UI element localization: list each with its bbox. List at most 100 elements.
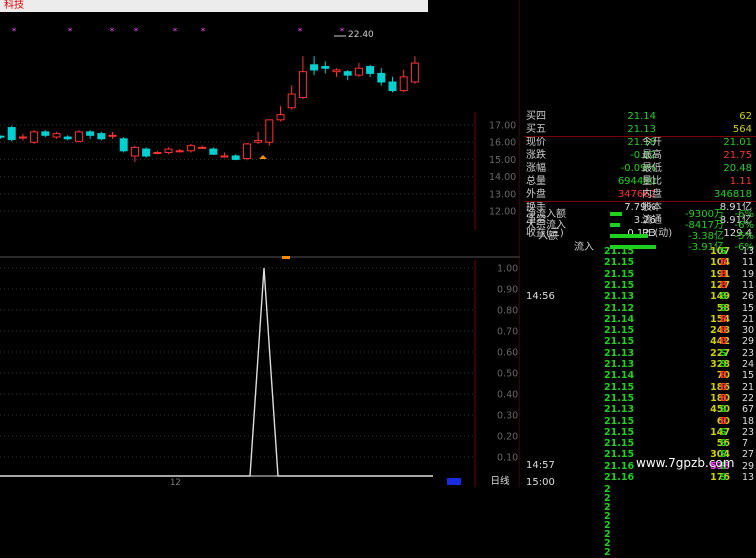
tick-direction: B [720,325,728,337]
candle-body [18,136,27,139]
tick-row: 21.15 127 B 11 [524,280,756,291]
quote-label: 买四 [526,111,546,122]
tick-price: 21.15 [604,426,635,438]
tick-direction: S [720,404,727,416]
tick-count: 15 [742,370,755,382]
candle-body [377,72,386,83]
tick-row: 21.13 450 S 67 [524,404,756,415]
candle-body [30,131,39,143]
candle-body [287,93,296,109]
tick-price: 21.15 [604,257,635,269]
candle-body [108,134,117,137]
tick-row: 21.13 149 S 26 [524,291,756,302]
tick-count: 19 [742,268,755,280]
tick-price: 21.15 [604,268,635,280]
tick-row: 21.13 227 S 23 [524,348,756,359]
quote-divider [524,136,756,137]
tick-row: 21.15 191 B 19 [524,269,756,280]
tick-row: 21.15 147 S 23 [524,427,756,438]
candle-body [366,66,375,74]
tick-price: 21.13 [604,347,635,359]
tick-row: 21.15 186 B 21 [524,382,756,393]
tick-price: 21.14 [604,313,635,325]
tick-direction: S [720,246,727,257]
indicator-spike [0,267,433,477]
tick-row: 21.15 107 S 13 [524,246,756,257]
tick-price: 21.15 [604,381,635,393]
tick-tail-value: 2 [604,547,611,558]
candle-body [175,150,184,153]
tick-time-1: 14:56 [526,291,555,302]
tick-count: 23 [742,426,755,438]
tick-direction: B [720,257,728,269]
candle-body [254,139,263,143]
quote-label-2: 内盘 [642,189,662,200]
candle-body [298,71,307,98]
scroll-button[interactable] [447,478,461,485]
tick-time-2: 14:57 [526,460,555,471]
tick-row: 21.14 70 B 15 [524,370,756,381]
price-tick-label: 16.00 [489,138,516,149]
tick-count: 7 [742,438,749,450]
tick-direction: S [720,359,727,370]
tick-count: 29 [742,336,755,348]
tick-row: 21.15 104 B 11 [524,257,756,268]
tick-direction: S [720,438,727,450]
tick-direction: B [720,268,728,280]
candle-body [52,133,61,138]
quote-value-2: 564 [732,124,752,135]
candle-body [410,62,419,83]
tick-price: 21.13 [604,359,635,370]
signal-marker: * [173,27,178,37]
tick-count: 23 [742,347,755,359]
quote-label-2: 最高 [642,150,662,161]
flow-bar [610,212,622,216]
quote-value-2: 20.48 [723,163,752,174]
tick-price: 21.15 [604,438,635,450]
candle-body [231,155,240,160]
tick-price: 21.16 [604,472,635,483]
signal-marker: * [12,27,17,37]
quote-label: 总量 [526,176,546,187]
candle-body [86,131,95,136]
tick-direction: B [720,313,728,325]
candle-body [119,138,128,152]
tick-count: 30 [742,325,755,337]
kline-chart[interactable]: 17.0016.0015.0014.0013.0012.00* * * * * * * * 22… [0,0,520,487]
quote-label: 涨幅 [526,163,546,174]
period-button[interactable]: 日线 [480,476,520,487]
quote-row: 涨跌 -0.02 最高 21.75 [524,149,756,162]
watermark: www.7gpzb.com [636,456,735,470]
candle-body [164,148,173,154]
quote-value-2: 21.01 [723,137,752,148]
candle-body [209,148,218,155]
tick-row: 21.15 442 B 29 [524,336,756,347]
quote-label: 现价 [526,137,546,148]
indicator-tick-label: 0.30 [497,411,518,422]
quote-label: 涨跌 [526,150,546,161]
indicator-tick-label: 0.20 [497,432,518,443]
tick-count: 22 [742,392,755,404]
candle-body [186,145,195,152]
tick-price: 21.15 [604,336,635,348]
tick-direction: S [720,426,727,438]
price-tick-label: 17.00 [489,121,516,132]
tick-count: 13 [742,472,755,483]
candle-body [142,148,151,157]
tick-row: 21.15 180 B 22 [524,393,756,404]
tick-direction: B [720,381,728,393]
quote-value-2: 346818 [713,189,752,200]
flow-bar [610,223,620,227]
candle-body [198,146,207,149]
tick-direction: B [720,279,728,291]
quote-row: 买五 21.13 564 [524,123,756,136]
signal-marker: * [201,27,206,37]
tick-count: 11 [742,257,755,269]
signal-marker: * [110,27,115,37]
low-marker [259,155,267,159]
candle-body [74,131,83,142]
tick-count: 67 [742,404,755,416]
indicator-marker [282,256,290,259]
candle-body [399,76,408,92]
tick-price: 21.13 [604,404,635,416]
